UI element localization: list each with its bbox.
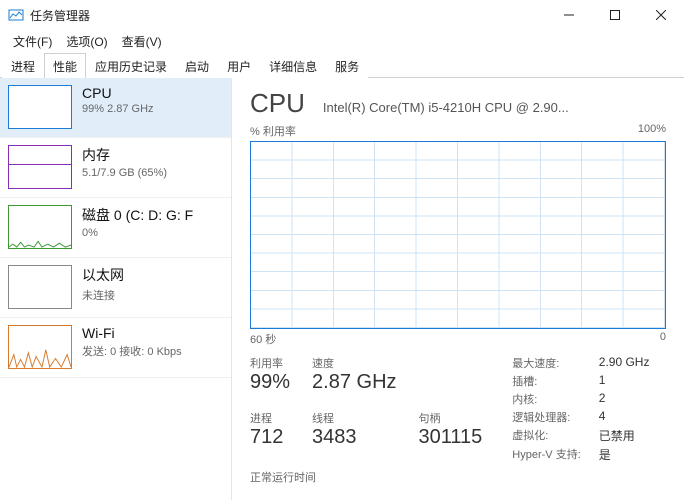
sockets-value: 1 [599,373,650,389]
chart-ymax: 100% [638,123,666,139]
logical-value: 4 [599,409,650,425]
maximize-button[interactable] [592,0,638,30]
thread-value: 3483 [312,426,396,449]
chart-xright: 0 [660,331,666,347]
sidebar-mem-title: 内存 [82,145,167,165]
thread-label: 线程 [312,410,396,426]
sidebar: CPU 99% 2.87 GHz 内存 5.1/7.9 GB (65%) 磁盘 … [0,78,232,500]
cpu-model: Intel(R) Core(TM) i5-4210H CPU @ 2.90... [323,100,666,115]
tab-startup[interactable]: 启动 [176,53,218,78]
util-value: 99% [250,371,290,394]
cpu-thumbnail [8,85,72,129]
app-icon [8,7,24,23]
tab-performance[interactable]: 性能 [44,53,86,78]
titlebar: 任务管理器 [0,0,684,30]
sidebar-item-memory[interactable]: 内存 5.1/7.9 GB (65%) [0,138,231,198]
tab-app-history[interactable]: 应用历史记录 [86,53,176,78]
sidebar-item-wifi[interactable]: Wi-Fi 发送: 0 接收: 0 Kbps [0,318,231,378]
sidebar-wifi-sub: 发送: 0 接收: 0 Kbps [82,343,182,359]
tab-users[interactable]: 用户 [218,53,260,78]
proc-value: 712 [250,426,290,449]
handle-label: 句柄 [419,410,483,426]
sidebar-cpu-title: CPU [82,85,154,101]
menubar: 文件(F) 选项(O) 查看(V) [0,30,684,52]
cores-value: 2 [599,391,650,407]
window-controls [546,0,684,30]
ethernet-thumbnail [8,265,72,309]
sidebar-eth-title: 以太网 [82,265,124,285]
sidebar-item-ethernet[interactable]: 以太网 未连接 [0,258,231,318]
content: CPU 99% 2.87 GHz 内存 5.1/7.9 GB (65%) 磁盘 … [0,78,684,500]
close-button[interactable] [638,0,684,30]
proc-label: 进程 [250,410,290,426]
sidebar-cpu-sub: 99% 2.87 GHz [82,103,154,115]
maxspeed-value: 2.90 GHz [599,355,650,371]
sidebar-eth-sub: 未连接 [82,287,124,303]
tabs: 进程 性能 应用历史记录 启动 用户 详细信息 服务 [0,52,684,78]
tab-services[interactable]: 服务 [326,53,368,78]
virt-label: 虚拟化: [512,427,580,444]
tab-processes[interactable]: 进程 [2,53,44,78]
menu-view[interactable]: 查看(V) [115,31,169,52]
minimize-button[interactable] [546,0,592,30]
main-panel: CPU Intel(R) Core(TM) i5-4210H CPU @ 2.9… [232,78,684,500]
wifi-thumbnail [8,325,72,369]
window-title: 任务管理器 [30,7,546,24]
sidebar-disk-title: 磁盘 0 (C: D: G: F [82,205,193,225]
handle-value: 301115 [419,426,483,449]
sidebar-item-cpu[interactable]: CPU 99% 2.87 GHz [0,78,231,138]
menu-options[interactable]: 选项(O) [59,31,114,52]
main-title: CPU [250,88,305,119]
tab-details[interactable]: 详细信息 [260,53,326,78]
speed-label: 速度 [312,355,396,371]
hyperv-label: Hyper-V 支持: [512,446,580,463]
sidebar-mem-sub: 5.1/7.9 GB (65%) [82,167,167,179]
memory-thumbnail [8,145,72,189]
uptime-label: 正常运行时间 [250,469,666,485]
sockets-label: 插槽: [512,373,580,389]
stats: 利用率99% 速度2.87 GHz 进程712 线程3483 句柄301115 … [250,355,666,463]
util-label: 利用率 [250,355,290,371]
menu-file[interactable]: 文件(F) [6,31,59,52]
chart-ylabel: % 利用率 [250,123,296,139]
virt-value: 已禁用 [599,427,650,444]
sidebar-wifi-title: Wi-Fi [82,325,182,341]
chart-xleft: 60 秒 [250,331,276,347]
disk-thumbnail [8,205,72,249]
logical-label: 逻辑处理器: [512,409,580,425]
sidebar-disk-sub: 0% [82,227,193,239]
speed-value: 2.87 GHz [312,371,396,394]
cores-label: 内核: [512,391,580,407]
maxspeed-label: 最大速度: [512,355,580,371]
sidebar-item-disk[interactable]: 磁盘 0 (C: D: G: F 0% [0,198,231,258]
hyperv-value: 是 [599,446,650,463]
cpu-chart[interactable] [250,141,666,329]
